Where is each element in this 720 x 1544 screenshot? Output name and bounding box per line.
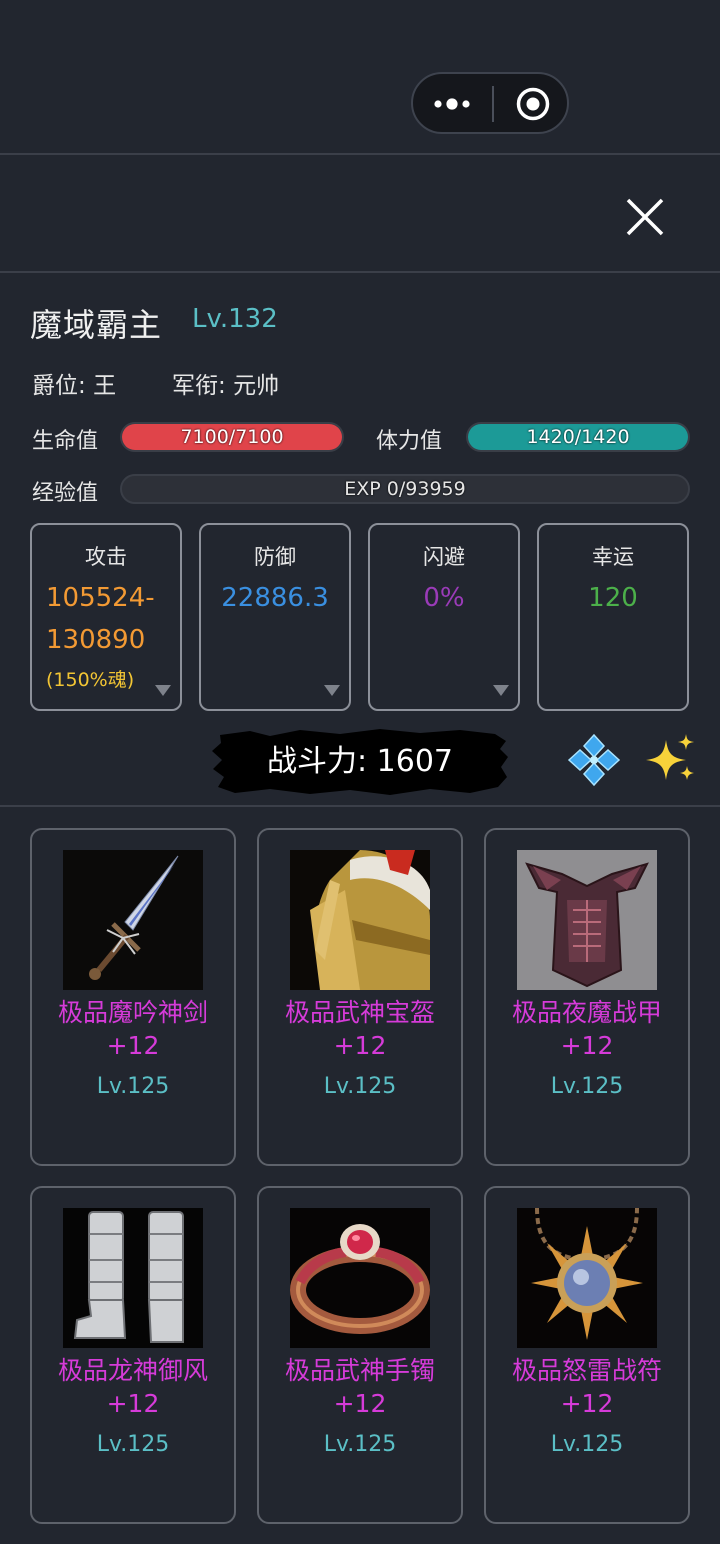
stat-note: (150%魂) (46, 669, 135, 691)
stat-card-attack[interactable]: 攻击 105524- 130890 (150%魂) (30, 523, 182, 711)
title-value: 元帅 (233, 373, 280, 399)
stat-value: 0% (423, 583, 465, 613)
hp-bar: 7100/7100 (120, 422, 344, 452)
item-enhance: +12 (106, 1389, 160, 1418)
divider (0, 805, 720, 807)
combat-power-banner: 战斗力: 1607 (210, 727, 510, 797)
item-level: Lv.125 (323, 1432, 397, 1457)
item-enhance: +12 (106, 1031, 160, 1060)
stamina-bar: 1420/1420 (466, 422, 690, 452)
rank-value: 王 (93, 373, 117, 399)
rank-label: 爵位: (32, 373, 86, 399)
item-title: 极品武神宝盔 (284, 998, 435, 1027)
item-level: Lv.125 (96, 1074, 170, 1099)
stat-title: 闪避 (423, 545, 465, 569)
exit-target-icon[interactable] (516, 87, 550, 121)
stat-title: 攻击 (85, 545, 127, 569)
capsule-menu (411, 72, 569, 134)
item-title: 极品怒雷战符 (511, 1356, 662, 1385)
item-name: 极品怒雷战符 +12 (486, 1354, 688, 1420)
hp-bar-text: 7100/7100 (180, 426, 284, 448)
item-title: 极品夜魔战甲 (511, 998, 662, 1027)
stat-value: 120 (588, 583, 638, 613)
sword-icon (63, 850, 203, 990)
stat-title: 防御 (254, 545, 296, 569)
item-name: 极品武神宝盔 +12 (259, 996, 461, 1062)
item-name: 极品龙神御风 +12 (32, 1354, 234, 1420)
exp-label: 经验值 (32, 481, 99, 506)
helmet-icon (290, 850, 430, 990)
armor-icon (517, 850, 657, 990)
more-icon[interactable] (433, 91, 473, 117)
title-info: 军衔: 元帅 (172, 366, 279, 400)
item-name: 极品魔吟神剑 +12 (32, 996, 234, 1062)
exp-bar-text: EXP 0/93959 (344, 478, 466, 500)
equipment-slot-armor[interactable]: 极品夜魔战甲 +12 Lv.125 (484, 828, 690, 1166)
combat-power-value: 1607 (376, 744, 453, 779)
top-bar (0, 0, 720, 154)
stat-value: 105524- 130890 (46, 583, 155, 655)
equipment-slot-helmet[interactable]: 极品武神宝盔 +12 Lv.125 (257, 828, 463, 1166)
caret-down-icon (324, 685, 340, 696)
caret-down-icon (155, 685, 171, 696)
equipment-slot-bracelet[interactable]: 极品武神手镯 +12 Lv.125 (257, 1186, 463, 1524)
item-level: Lv.125 (550, 1074, 624, 1099)
rank-info: 爵位: 王 (32, 366, 116, 400)
character-name: 魔域霸主 (30, 306, 163, 344)
item-level: Lv.125 (550, 1432, 624, 1457)
item-name: 极品夜魔战甲 +12 (486, 996, 688, 1062)
exp-bar: EXP 0/93959 (120, 474, 690, 504)
equipment-slot-boots[interactable]: 极品龙神御风 +12 Lv.125 (30, 1186, 236, 1524)
boots-icon (63, 1208, 203, 1348)
stat-title: 幸运 (592, 545, 634, 569)
item-enhance: +12 (560, 1031, 614, 1060)
item-enhance: +12 (560, 1389, 614, 1418)
item-enhance: +12 (333, 1389, 387, 1418)
equipment-slot-weapon[interactable]: 极品魔吟神剑 +12 Lv.125 (30, 828, 236, 1166)
stat-value: 22886.3 (221, 583, 329, 613)
item-title: 极品武神手镯 (284, 1356, 435, 1385)
combat-power: 战斗力: 1607 (210, 727, 510, 797)
divider (0, 153, 720, 155)
item-enhance: +12 (333, 1031, 387, 1060)
bracelet-icon (290, 1208, 430, 1348)
title-label: 军衔: (172, 373, 226, 399)
item-title: 极品魔吟神剑 (57, 998, 208, 1027)
combat-power-label: 战斗力: (266, 744, 368, 779)
divider (0, 271, 720, 273)
item-level: Lv.125 (323, 1074, 397, 1099)
equipment-slot-amulet[interactable]: 极品怒雷战符 +12 Lv.125 (484, 1186, 690, 1524)
item-name: 极品武神手镯 +12 (259, 1354, 461, 1420)
capsule-separator (492, 86, 494, 122)
close-icon[interactable] (620, 192, 670, 242)
sparkle-icon[interactable] (642, 730, 698, 786)
item-level: Lv.125 (96, 1432, 170, 1457)
gem-icon[interactable] (564, 730, 624, 790)
stamina-label: 体力值 (376, 429, 443, 454)
stat-card-defense[interactable]: 防御 22886.3 (199, 523, 351, 711)
stat-card-dodge[interactable]: 闪避 0% (368, 523, 520, 711)
item-title: 极品龙神御风 (57, 1356, 208, 1385)
stat-card-luck: 幸运 120 (537, 523, 689, 711)
stamina-bar-text: 1420/1420 (526, 426, 630, 448)
amulet-icon (517, 1208, 657, 1348)
hp-label: 生命值 (32, 429, 99, 454)
character-level: Lv.132 (192, 304, 278, 334)
caret-down-icon (493, 685, 509, 696)
